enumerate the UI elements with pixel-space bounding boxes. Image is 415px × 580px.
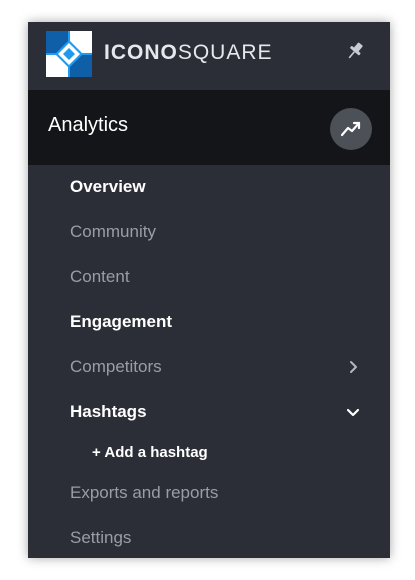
brand-header: ICONOSQUARE [28, 22, 390, 90]
nav-item-competitors[interactable]: Competitors [28, 345, 390, 389]
nav-item-label: Hashtags [70, 402, 147, 421]
nav-item-exports-and-reports[interactable]: Exports and reports [28, 471, 390, 515]
brand-name-light: SQUARE [177, 41, 273, 64]
nav-item-overview[interactable]: Overview [28, 165, 390, 209]
chevron-right-icon[interactable] [346, 360, 360, 374]
chevron-down-icon[interactable] [346, 405, 360, 419]
nav-item-label: Competitors [70, 357, 162, 376]
brand-name-bold: ICONO [104, 41, 178, 64]
add-hashtag-label: + Add a hashtag [92, 444, 208, 461]
nav-item-label: Settings [70, 528, 132, 547]
trend-line-icon [341, 121, 361, 137]
analytics-badge[interactable] [330, 108, 372, 150]
add-hashtag-link[interactable]: + Add a hashtag [28, 431, 390, 475]
nav-item-community[interactable]: Community [28, 210, 390, 254]
nav-item-label: Exports and reports [70, 483, 219, 502]
nav-item-label: Content [70, 267, 130, 286]
nav-item-engagement[interactable]: Engagement [28, 300, 390, 344]
analytics-section-header[interactable]: Analytics [28, 90, 390, 165]
iconosquare-logo-icon[interactable] [46, 31, 92, 77]
nav-item-settings[interactable]: Settings [28, 516, 390, 558]
nav-item-hashtags[interactable]: Hashtags [28, 390, 390, 434]
sidebar: ICONOSQUARE Analytics Overview Community… [28, 22, 390, 558]
nav-item-label: Engagement [70, 312, 173, 331]
brand-name: ICONOSQUARE [104, 41, 273, 65]
nav-item-label: Overview [70, 177, 146, 196]
nav-item-label: Community [70, 222, 156, 241]
pin-icon[interactable] [344, 40, 366, 62]
nav-item-content[interactable]: Content [28, 255, 390, 299]
section-title: Analytics [48, 114, 129, 136]
